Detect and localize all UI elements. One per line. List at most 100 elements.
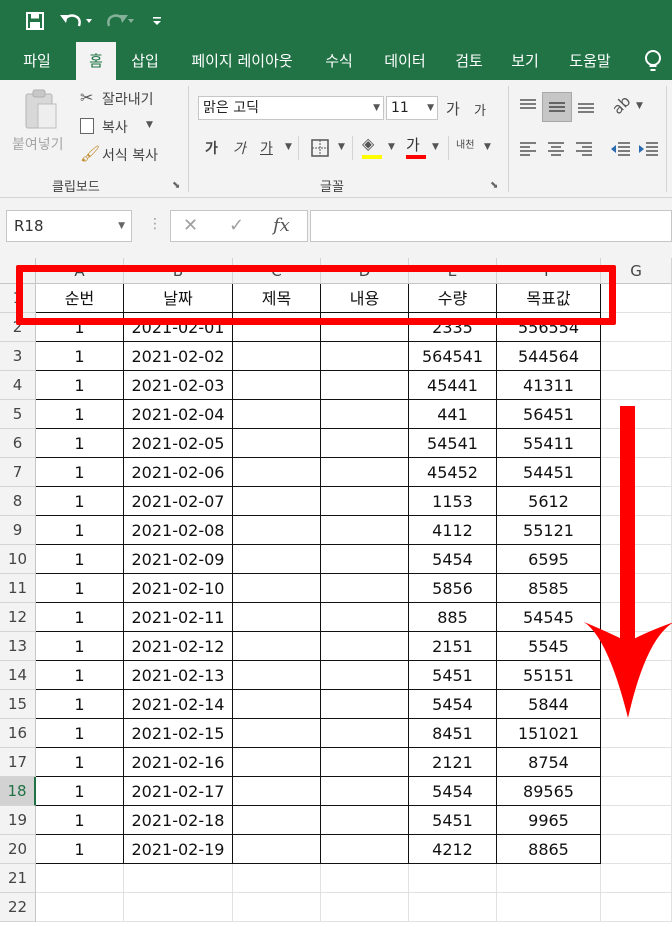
grid-cell[interactable] <box>233 632 321 661</box>
paste-button[interactable]: 붙여넣기 <box>10 86 72 156</box>
grid-cell[interactable]: 1 <box>36 400 124 429</box>
tab-formulas[interactable]: 수식 <box>316 42 362 80</box>
grid-cell[interactable] <box>321 864 409 893</box>
formula-input[interactable] <box>310 210 672 242</box>
grid-cell[interactable] <box>233 487 321 516</box>
grid-cell[interactable]: 5451 <box>409 806 497 835</box>
grow-font-button[interactable]: 가 <box>446 98 460 119</box>
tab-help[interactable]: 도움말 <box>560 42 620 80</box>
dialog-launcher-icon[interactable]: ⬊ <box>490 180 498 191</box>
chevron-down-icon[interactable]: ▼ <box>484 142 491 152</box>
grid-cell[interactable] <box>321 893 409 922</box>
grid-cell[interactable] <box>233 893 321 922</box>
align-top-button[interactable] <box>518 98 542 118</box>
grid-cell[interactable] <box>233 429 321 458</box>
enter-icon[interactable]: ✓ <box>229 211 244 241</box>
grid-cell[interactable]: 8754 <box>497 748 601 777</box>
grid-cell[interactable]: 2021-02-07 <box>124 487 233 516</box>
grid-cell[interactable] <box>601 342 672 371</box>
grid-cell[interactable] <box>321 371 409 400</box>
font-name-select[interactable]: 맑은 고딕 ▼ <box>198 96 384 120</box>
redo-icon[interactable] <box>100 8 136 34</box>
grid-cell[interactable] <box>233 400 321 429</box>
grid-cell[interactable] <box>233 748 321 777</box>
grid-cell[interactable]: 8865 <box>497 835 601 864</box>
grid-cell[interactable]: 1 <box>36 806 124 835</box>
grid-cell[interactable] <box>601 893 672 922</box>
grid-cell[interactable] <box>36 864 124 893</box>
row-header-20[interactable]: 20 <box>0 835 36 864</box>
borders-button[interactable]: ▼ <box>308 136 348 160</box>
dialog-launcher-icon[interactable]: ⬊ <box>172 180 180 191</box>
grid-cell[interactable]: 5454 <box>409 545 497 574</box>
grid-cell[interactable] <box>124 893 233 922</box>
grid-cell[interactable] <box>321 342 409 371</box>
row-header-17[interactable]: 17 <box>0 748 36 777</box>
grid-cell[interactable]: 2021-02-11 <box>124 603 233 632</box>
undo-icon[interactable] <box>58 8 94 34</box>
grid-cell[interactable] <box>233 603 321 632</box>
grid-cell[interactable]: 54541 <box>409 429 497 458</box>
grid-cell[interactable]: 441 <box>409 400 497 429</box>
grid-cell[interactable]: 4112 <box>409 516 497 545</box>
row-header-3[interactable]: 3 <box>0 342 36 371</box>
grid-cell[interactable] <box>321 777 409 806</box>
insert-function-icon[interactable]: fx <box>273 211 290 241</box>
grid-cell[interactable]: 2021-02-15 <box>124 719 233 748</box>
grid-cell[interactable]: 2021-02-08 <box>124 516 233 545</box>
italic-button[interactable]: 가 <box>233 138 246 158</box>
grid-cell[interactable]: 1 <box>36 661 124 690</box>
grid-cell[interactable] <box>321 748 409 777</box>
grid-cell[interactable]: 1 <box>36 835 124 864</box>
cancel-icon[interactable]: ✕ <box>183 211 198 241</box>
decrease-indent-button[interactable] <box>610 140 634 160</box>
row-header-22[interactable]: 22 <box>0 893 36 922</box>
copy-button[interactable]: 복사 ▼ <box>80 116 170 138</box>
grid-cell[interactable]: 45441 <box>409 371 497 400</box>
grid-cell[interactable]: 2021-02-16 <box>124 748 233 777</box>
tab-file[interactable]: 파일 <box>4 42 70 80</box>
increase-indent-button[interactable] <box>638 140 662 160</box>
grid-cell[interactable] <box>233 458 321 487</box>
font-color-button[interactable]: 가 ▼ <box>404 134 444 162</box>
row-header-5[interactable]: 5 <box>0 400 36 429</box>
row-header-14[interactable]: 14 <box>0 661 36 690</box>
grid-cell[interactable]: 2021-02-05 <box>124 429 233 458</box>
align-left-button[interactable] <box>518 140 542 160</box>
grid-cell[interactable]: 1 <box>36 487 124 516</box>
grid-cell[interactable] <box>321 429 409 458</box>
orientation-button[interactable]: ab ▼ <box>608 92 646 118</box>
grid-cell[interactable] <box>321 835 409 864</box>
row-header-15[interactable]: 15 <box>0 690 36 719</box>
grid-cell[interactable] <box>233 777 321 806</box>
grid-cell[interactable]: 41311 <box>497 371 601 400</box>
row-header-10[interactable]: 10 <box>0 545 36 574</box>
worksheet-grid[interactable]: A B C D E F G 1 순번 날짜 제목 내용 수량 목표값 2 1 2021-02-01 2335 556… <box>0 258 672 927</box>
grid-cell[interactable]: 1 <box>36 574 124 603</box>
grid-cell[interactable] <box>36 893 124 922</box>
grid-cell[interactable]: 2021-02-17 <box>124 777 233 806</box>
grid-cell[interactable]: 564541 <box>409 342 497 371</box>
grid-cell[interactable]: 2021-02-18 <box>124 806 233 835</box>
grid-cell[interactable] <box>233 342 321 371</box>
grid-cell[interactable]: 2021-02-06 <box>124 458 233 487</box>
grid-cell[interactable]: 1 <box>36 603 124 632</box>
grid-cell[interactable] <box>321 719 409 748</box>
grid-cell[interactable] <box>601 864 672 893</box>
name-box[interactable]: R18 ▼ <box>6 210 132 242</box>
grid-cell[interactable] <box>321 632 409 661</box>
tab-insert[interactable]: 삽입 <box>122 42 168 80</box>
grid-cell[interactable]: 1 <box>36 748 124 777</box>
grid-cell[interactable] <box>321 574 409 603</box>
grid-cell[interactable]: 1 <box>36 429 124 458</box>
grid-cell[interactable]: 2121 <box>409 748 497 777</box>
grid-cell[interactable]: 2021-02-19 <box>124 835 233 864</box>
grid-cell[interactable] <box>601 806 672 835</box>
grid-cell[interactable] <box>321 690 409 719</box>
align-center-button[interactable] <box>546 140 570 160</box>
grid-cell[interactable]: 2021-02-04 <box>124 400 233 429</box>
grid-cell[interactable]: 1 <box>36 545 124 574</box>
format-painter-button[interactable]: 🖌 서식 복사 <box>80 144 172 166</box>
grid-cell[interactable]: 45452 <box>409 458 497 487</box>
grid-cell[interactable] <box>124 864 233 893</box>
